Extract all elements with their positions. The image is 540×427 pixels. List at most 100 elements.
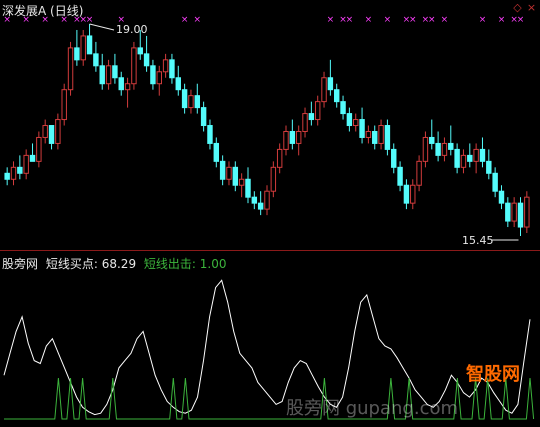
candle-body	[251, 196, 258, 204]
line2-value: 1.00	[199, 257, 227, 271]
candle-body	[365, 130, 372, 138]
watermark-text: 股旁网 gupang.com	[286, 398, 459, 419]
candle-body	[276, 148, 283, 168]
candle-body	[321, 77, 327, 103]
candle-body	[67, 47, 74, 91]
candle-body	[397, 166, 403, 186]
signal-mark: ×	[181, 15, 189, 25]
candle-body	[441, 142, 448, 156]
signal-mark: ×	[409, 15, 417, 25]
candle-body	[473, 148, 479, 162]
candle-body	[175, 77, 181, 91]
candle-body	[505, 202, 511, 222]
watermark-logo: 智股网	[466, 364, 520, 385]
candle-body	[359, 119, 365, 138]
candle-body	[124, 83, 131, 91]
candle-body	[289, 130, 296, 144]
candle-body	[226, 166, 232, 180]
signal-mark: ×	[194, 15, 202, 25]
candle-body	[517, 202, 524, 228]
candle-body	[391, 148, 397, 168]
high-arrow	[89, 23, 115, 31]
candle-body	[454, 148, 460, 168]
candle-body	[36, 136, 42, 162]
candle-body	[105, 65, 112, 85]
candle-body	[245, 178, 251, 198]
signal-mark: ×	[327, 15, 335, 25]
candle-body	[219, 160, 226, 180]
candle-body	[61, 89, 67, 121]
chart-period: (日线)	[50, 4, 84, 18]
candle-body	[498, 190, 505, 204]
candle-body	[327, 77, 334, 91]
candle-body	[422, 136, 429, 162]
candle-body	[333, 89, 340, 103]
candle-body	[486, 160, 492, 174]
indicator-name: 股旁网	[2, 257, 39, 271]
line2-label: 短线出击:	[143, 257, 196, 271]
price-chart-panel[interactable]: × × × × × × × × × × × × × × × × × × × × × × × ×	[0, 0, 540, 250]
candle-body	[448, 142, 454, 150]
candle-body	[86, 35, 93, 55]
candle-body	[340, 101, 346, 115]
signal-mark: ×	[479, 15, 487, 25]
candle-body	[137, 47, 143, 55]
candlestick-chart: × × × × ××× × × × × ×× × × ×× ×× × × × ××	[3, 15, 530, 241]
candle-body	[93, 53, 99, 67]
signal-mark: ×	[428, 15, 436, 25]
signal-mark: ×	[365, 15, 373, 25]
line1-value: 68.29	[101, 257, 137, 271]
candle-body	[74, 47, 80, 61]
candle-body	[207, 125, 213, 144]
candle-body	[384, 125, 391, 150]
signal-mark: ×	[517, 15, 525, 25]
restore-icon[interactable]: ◇	[512, 2, 523, 13]
signal-mark: ×	[441, 15, 449, 25]
candle-body	[194, 95, 201, 109]
candle-body	[467, 154, 473, 162]
candle-body	[238, 178, 245, 186]
candle-body	[264, 190, 270, 210]
candle-body	[99, 65, 105, 85]
candle-body	[524, 196, 530, 228]
candle-body	[378, 125, 384, 144]
indicator-panel[interactable]	[0, 251, 540, 427]
candle-body	[213, 142, 220, 162]
candle-body	[143, 53, 150, 67]
candle-body	[302, 113, 308, 132]
candle-body	[511, 202, 517, 222]
candle-body	[460, 154, 467, 168]
candle-body	[29, 154, 36, 162]
candle-body	[150, 65, 156, 85]
candle-body	[314, 101, 321, 121]
signal-mark: ×	[498, 15, 506, 25]
candle-body	[492, 172, 498, 192]
candle-body	[283, 130, 289, 150]
candle-body	[403, 184, 410, 204]
candle-body	[308, 113, 315, 121]
close-icon[interactable]: ×	[526, 2, 537, 13]
indicator-chart	[3, 279, 535, 420]
signal-mark: ×	[86, 15, 94, 25]
candle-body	[17, 166, 23, 174]
candle-body	[416, 160, 422, 186]
candle-body	[232, 166, 239, 186]
chart-title: 深发展A (日线)	[2, 2, 83, 19]
candle-body	[295, 130, 302, 144]
candle-body	[48, 125, 55, 144]
candle-body	[10, 166, 17, 180]
candle-body	[188, 95, 194, 109]
candle-body	[55, 119, 61, 144]
candle-body	[4, 172, 10, 180]
candle-body	[112, 65, 118, 79]
candle-body	[162, 59, 169, 73]
candle-body	[257, 202, 264, 210]
candle-body	[429, 136, 435, 144]
candle-body	[131, 47, 137, 85]
candle-body	[118, 77, 124, 91]
candle-body	[42, 125, 48, 138]
candle-body	[410, 184, 416, 204]
candle-body	[346, 113, 353, 127]
candle-body	[23, 154, 29, 174]
line1-label: 短线买点:	[45, 257, 98, 271]
